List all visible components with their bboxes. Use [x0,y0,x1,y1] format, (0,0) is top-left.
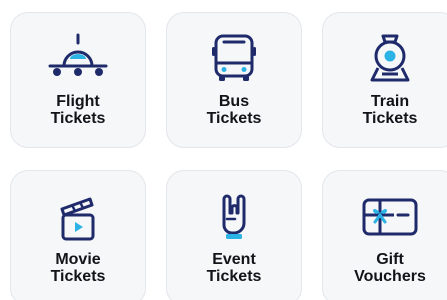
movie-tickets-label: Movie Tickets [11,251,145,285]
train-icon [358,33,422,83]
train-tickets-label: Train Tickets [323,93,447,127]
gift-label-line1: Gift [376,251,404,268]
event-tickets-tile[interactable]: Event Tickets [166,170,302,300]
movie-label-line2: Tickets [50,268,106,285]
clapperboard-icon [46,191,110,241]
gift-label-line2: Vouchers [354,268,426,285]
train-tickets-tile[interactable]: Train Tickets [322,12,447,148]
train-label-line1: Train [370,93,410,110]
event-label-line2: Tickets [206,268,262,285]
rock-hand-icon [202,191,266,241]
bus-tickets-label: Bus Tickets [167,93,301,127]
event-label-line1: Event [212,251,256,268]
flight-label-line1: Flight [56,93,100,110]
train-label-line2: Tickets [362,110,418,127]
bus-label-line1: Bus [218,93,250,110]
gift-vouchers-tile[interactable]: Gift Vouchers [322,170,447,300]
movie-tickets-tile[interactable]: Movie Tickets [10,170,146,300]
gift-card-icon [358,191,422,241]
flight-tickets-label: Flight Tickets [11,93,145,127]
flight-label-line2: Tickets [50,110,106,127]
event-tickets-label: Event Tickets [167,251,301,285]
bus-tickets-tile[interactable]: Bus Tickets [166,12,302,148]
gift-vouchers-label: Gift Vouchers [323,251,447,285]
bus-label-line2: Tickets [206,110,262,127]
bus-icon [202,33,266,83]
flight-tickets-tile[interactable]: Flight Tickets [10,12,146,148]
ticket-category-grid: Flight Tickets Bus Tickets Train Tickets… [0,0,447,300]
movie-label-line1: Movie [55,251,101,268]
airplane-icon [46,33,110,83]
